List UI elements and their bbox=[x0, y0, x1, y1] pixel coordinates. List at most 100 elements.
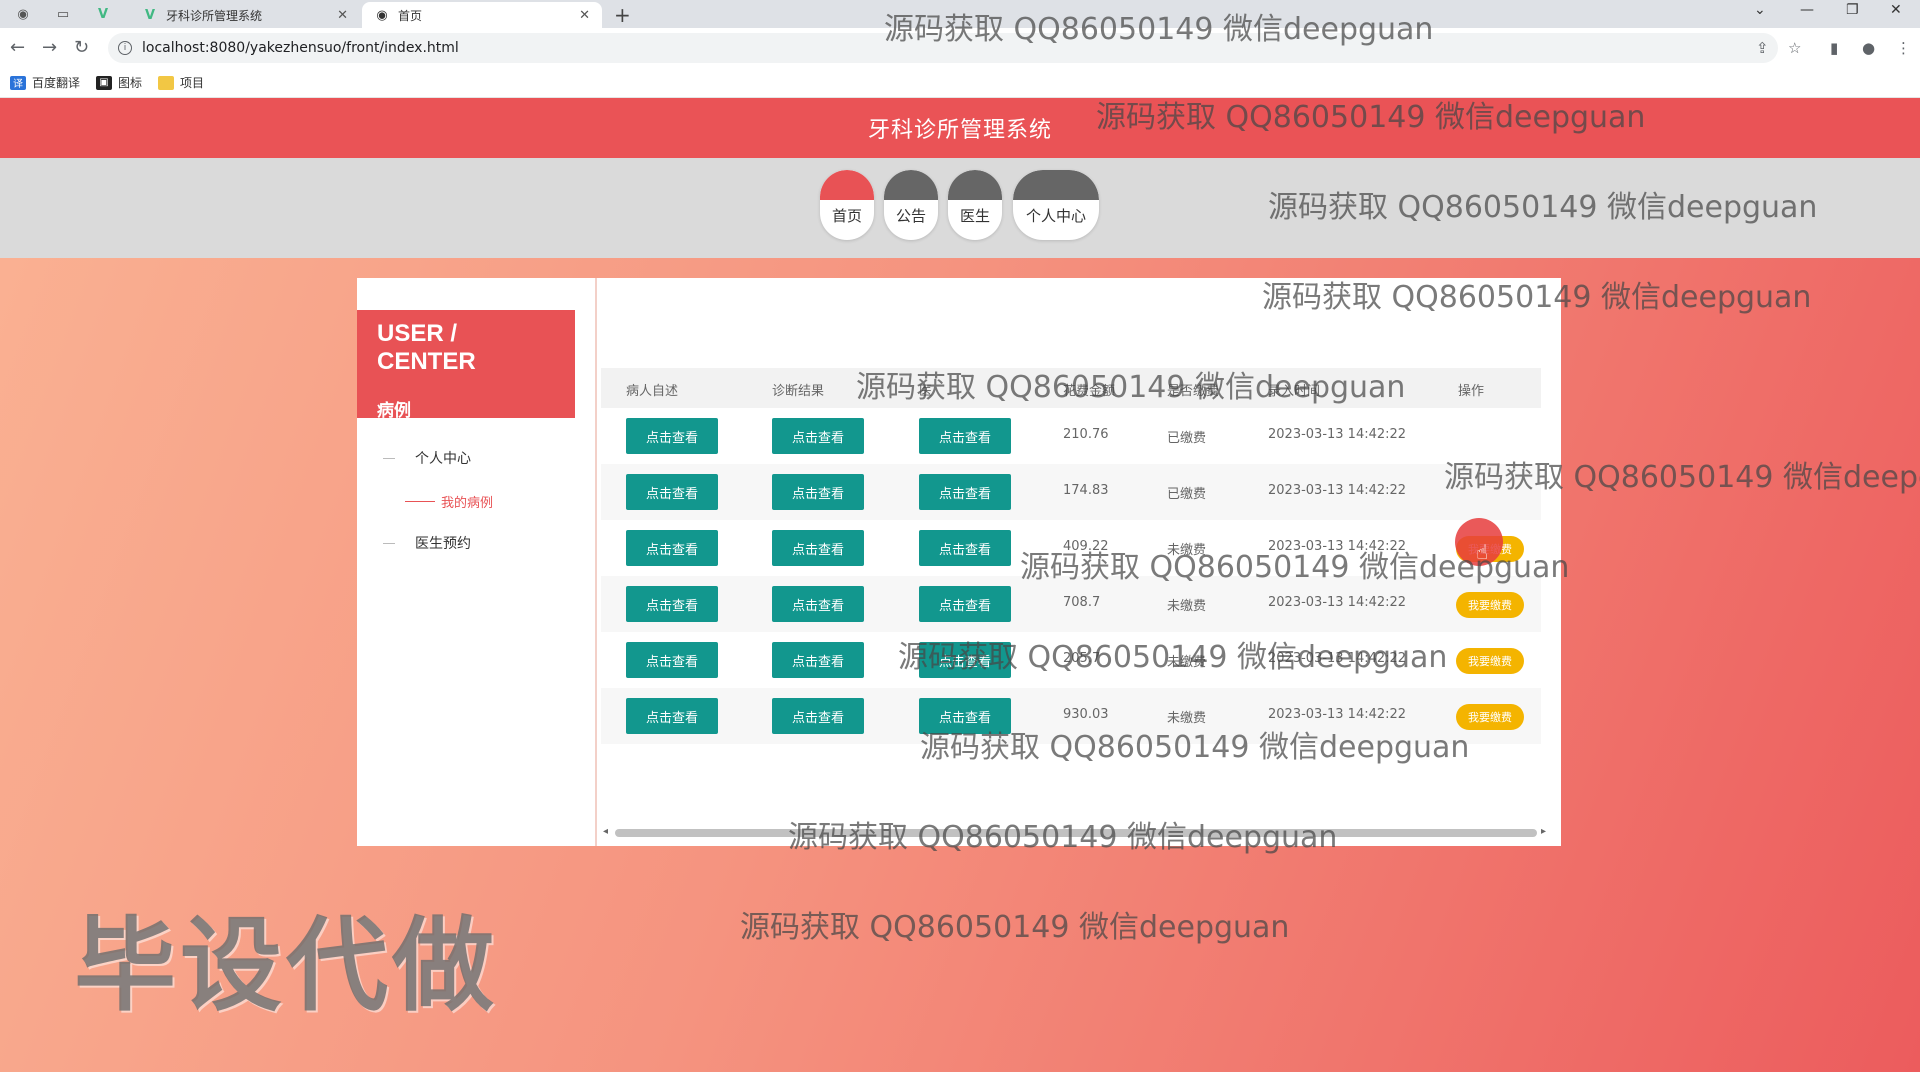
chrome-icon[interactable]: ◉ bbox=[12, 4, 34, 24]
amount-cell: 708.7 bbox=[1063, 595, 1101, 610]
blank-tab-icon[interactable]: ▭ bbox=[52, 4, 74, 24]
column-header: 花费金额 bbox=[1063, 384, 1116, 399]
url-input[interactable]: i localhost:8080/yakezhensuo/front/index… bbox=[108, 33, 1778, 63]
bookmark-item[interactable]: 译 百度翻译 bbox=[10, 74, 80, 91]
view-prescription-button[interactable]: 点击查看 bbox=[919, 418, 1011, 454]
table-row: 点击查看 点击查看 点击查看 210.76 已缴费 2023-03-13 14:… bbox=[601, 408, 1541, 464]
browser-tab-system[interactable]: V 牙科诊所管理系统 ✕ bbox=[130, 2, 360, 28]
view-complaint-button[interactable]: 点击查看 bbox=[626, 418, 718, 454]
hand-cursor-icon: ☝ bbox=[1476, 540, 1489, 564]
sidebar-item-user-center[interactable]: 个人中心 bbox=[383, 448, 471, 468]
close-icon[interactable]: ✕ bbox=[337, 8, 348, 23]
amount-cell: 205.7 bbox=[1063, 651, 1101, 666]
tab-title: 首页 bbox=[398, 8, 423, 23]
folder-icon bbox=[158, 75, 175, 90]
view-prescription-button[interactable]: 点击查看 bbox=[919, 642, 1011, 678]
table-header: 病人自述 诊断结果 医 花费金额 是否缴费 录入时间 操作 bbox=[601, 368, 1541, 408]
column-header: 录入时间 bbox=[1268, 384, 1321, 399]
nav-doctor[interactable]: 医生 bbox=[948, 170, 1002, 240]
view-diagnosis-button[interactable]: 点击查看 bbox=[772, 474, 864, 510]
new-tab-icon[interactable]: + bbox=[614, 3, 631, 27]
pay-button[interactable]: 我要缴费 bbox=[1456, 704, 1524, 730]
nav-home[interactable]: 首页 bbox=[820, 170, 874, 240]
view-complaint-button[interactable]: 点击查看 bbox=[626, 586, 718, 622]
time-cell: 2023-03-13 14:42:22 bbox=[1268, 427, 1407, 442]
tab-search-icon[interactable]: ⌄ bbox=[1754, 2, 1766, 18]
view-diagnosis-button[interactable]: 点击查看 bbox=[772, 586, 864, 622]
sidepanel-icon[interactable]: ▮ bbox=[1830, 39, 1838, 57]
star-icon[interactable]: ☆ bbox=[1788, 39, 1801, 57]
bookmark-item[interactable]: 项目 bbox=[158, 74, 204, 91]
view-diagnosis-button[interactable]: 点击查看 bbox=[772, 418, 864, 454]
info-icon[interactable]: i bbox=[118, 41, 132, 55]
view-diagnosis-button[interactable]: 点击查看 bbox=[772, 642, 864, 678]
globe-icon: ◉ bbox=[376, 7, 388, 23]
profile-icon[interactable]: ● bbox=[1862, 39, 1875, 57]
view-complaint-button[interactable]: 点击查看 bbox=[626, 698, 718, 734]
time-cell: 2023-03-13 14:42:22 bbox=[1268, 707, 1407, 722]
status-cell: 未缴费 bbox=[1167, 543, 1207, 558]
menu-icon[interactable]: ⋮ bbox=[1896, 39, 1911, 57]
view-diagnosis-button[interactable]: 点击查看 bbox=[772, 698, 864, 734]
scroll-right-icon[interactable]: ▸ bbox=[1541, 826, 1546, 837]
content-panel: USER / CENTER 病例 个人中心 我的病例 医生预约 病人自述 诊断结… bbox=[357, 278, 1561, 846]
pay-button[interactable]: 我要缴费 bbox=[1456, 592, 1524, 618]
amount-cell: 174.83 bbox=[1063, 483, 1109, 498]
amount-cell: 930.03 bbox=[1063, 707, 1109, 722]
bookmark-item[interactable]: ▣ 图标 bbox=[96, 74, 142, 91]
scroll-thumb[interactable] bbox=[615, 829, 1537, 837]
nav-user-center[interactable]: 个人中心 bbox=[1013, 170, 1099, 240]
table-row: 点击查看 点击查看 点击查看 708.7 未缴费 2023-03-13 14:4… bbox=[601, 576, 1541, 632]
image-icon: ▣ bbox=[96, 75, 113, 90]
view-prescription-button[interactable]: 点击查看 bbox=[919, 586, 1011, 622]
back-icon[interactable]: ← bbox=[10, 37, 25, 58]
forward-icon[interactable]: → bbox=[42, 37, 57, 58]
horizontal-scrollbar[interactable]: ◂ ▸ bbox=[601, 826, 1551, 840]
vue-icon[interactable]: V bbox=[92, 4, 114, 24]
reload-icon[interactable]: ↻ bbox=[74, 37, 89, 58]
view-complaint-button[interactable]: 点击查看 bbox=[626, 474, 718, 510]
site-header: 牙科诊所管理系统 bbox=[0, 98, 1920, 158]
table-row: 点击查看 点击查看 点击查看 930.03 未缴费 2023-03-13 14:… bbox=[601, 688, 1541, 744]
table-row: 点击查看 点击查看 点击查看 409.22 未缴费 2023-03-13 14:… bbox=[601, 520, 1541, 576]
browser-tab-bar: ◉ ▭ V V 牙科诊所管理系统 ✕ ◉ 首页 ✕ + ⌄ — ❐ ✕ bbox=[0, 0, 1920, 28]
column-header: 操作 bbox=[1458, 384, 1485, 399]
section-title: 病例 bbox=[377, 401, 411, 421]
sidebar-item-my-records[interactable]: 我的病例 bbox=[405, 492, 493, 511]
nav-notice[interactable]: 公告 bbox=[884, 170, 938, 240]
view-prescription-button[interactable]: 点击查看 bbox=[919, 474, 1011, 510]
view-complaint-button[interactable]: 点击查看 bbox=[626, 530, 718, 566]
tab-title: 牙科诊所管理系统 bbox=[166, 8, 263, 23]
share-icon[interactable]: ⇪ bbox=[1756, 39, 1769, 57]
amount-cell: 210.76 bbox=[1063, 427, 1109, 442]
scroll-left-icon[interactable]: ◂ bbox=[603, 826, 608, 837]
close-window-icon[interactable]: ✕ bbox=[1890, 2, 1902, 18]
sidebar: USER / CENTER 病例 个人中心 我的病例 医生预约 bbox=[357, 278, 597, 846]
time-cell: 2023-03-13 14:42:22 bbox=[1268, 539, 1407, 554]
browser-tab-home[interactable]: ◉ 首页 ✕ bbox=[362, 2, 602, 28]
view-prescription-button[interactable]: 点击查看 bbox=[919, 530, 1011, 566]
time-cell: 2023-03-13 14:42:22 bbox=[1268, 595, 1407, 610]
status-cell: 已缴费 bbox=[1167, 431, 1207, 446]
pay-button[interactable]: 我要缴费 bbox=[1456, 648, 1524, 674]
sidebar-item-appointment[interactable]: 医生预约 bbox=[383, 533, 471, 553]
column-header: 是否缴费 bbox=[1167, 384, 1220, 399]
main-nav: 首页 公告 医生 个人中心 bbox=[0, 158, 1920, 258]
time-cell: 2023-03-13 14:42:22 bbox=[1268, 651, 1407, 666]
status-cell: 未缴费 bbox=[1167, 655, 1207, 670]
view-diagnosis-button[interactable]: 点击查看 bbox=[772, 530, 864, 566]
column-header: 诊断结果 bbox=[772, 384, 825, 399]
vue-icon: V bbox=[144, 7, 156, 23]
url-text: localhost:8080/yakezhensuo/front/index.h… bbox=[142, 40, 459, 56]
column-header: 病人自述 bbox=[626, 384, 679, 399]
restore-icon[interactable]: ❐ bbox=[1846, 2, 1859, 18]
status-cell: 未缴费 bbox=[1167, 599, 1207, 614]
translate-icon: 译 bbox=[10, 75, 26, 90]
close-icon[interactable]: ✕ bbox=[579, 8, 590, 23]
minimize-icon[interactable]: — bbox=[1800, 2, 1814, 18]
user-center-heading: USER / CENTER bbox=[377, 320, 476, 375]
view-complaint-button[interactable]: 点击查看 bbox=[626, 642, 718, 678]
view-prescription-button[interactable]: 点击查看 bbox=[919, 698, 1011, 734]
time-cell: 2023-03-13 14:42:22 bbox=[1268, 483, 1407, 498]
amount-cell: 409.22 bbox=[1063, 539, 1109, 554]
